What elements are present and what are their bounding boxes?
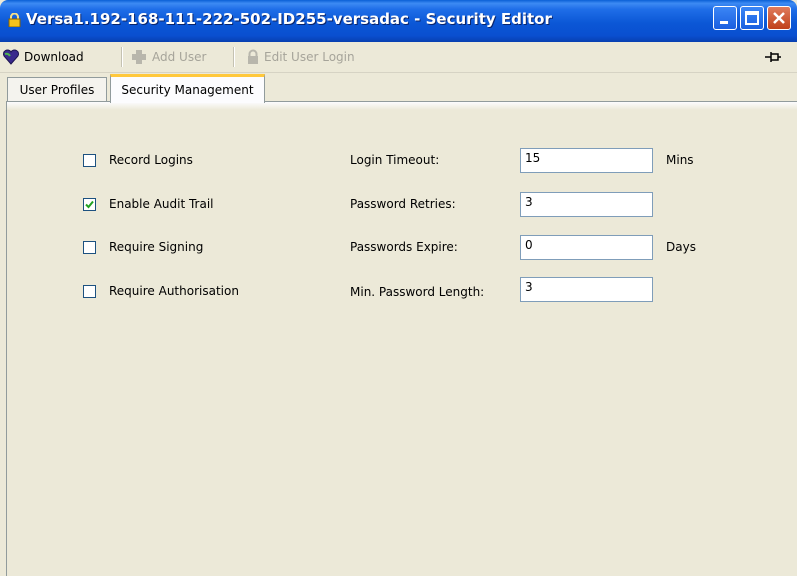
- security-editor-window: Versa1.192-168-111-222-502-ID255-versada…: [0, 0, 797, 576]
- download-label: Download: [24, 50, 84, 64]
- require-signing-checkbox[interactable]: [83, 240, 96, 254]
- record-logins-label: Record Logins: [109, 153, 193, 167]
- security-management-panel: [6, 101, 797, 576]
- add-user-button[interactable]: Add User: [130, 47, 206, 67]
- maximize-button[interactable]: [740, 6, 764, 30]
- close-button[interactable]: [767, 6, 791, 30]
- title-bar[interactable]: Versa1.192-168-111-222-502-ID255-versada…: [0, 0, 797, 42]
- panel-highlight: [7, 102, 797, 110]
- min-password-length-field[interactable]: 3: [520, 277, 653, 302]
- passwords-expire-field[interactable]: 0: [520, 235, 653, 260]
- password-retries-label: Password Retries:: [350, 197, 456, 211]
- tab-user-profiles[interactable]: User Profiles: [7, 77, 107, 102]
- min-password-length-label: Min. Password Length:: [350, 285, 485, 299]
- enable-audit-trail-label: Enable Audit Trail: [109, 197, 214, 211]
- toolbar-separator: [121, 47, 123, 67]
- tab-security-management[interactable]: Security Management: [110, 74, 265, 103]
- require-signing-label: Require Signing: [109, 240, 204, 254]
- toolbar-separator: [233, 47, 235, 67]
- require-authorisation-checkbox[interactable]: [83, 284, 96, 298]
- minimize-button[interactable]: [713, 6, 737, 30]
- enable-audit-trail-option[interactable]: Enable Audit Trail: [83, 196, 214, 212]
- record-logins-option[interactable]: Record Logins: [83, 152, 193, 168]
- plus-icon: [132, 50, 146, 64]
- add-user-label: Add User: [152, 50, 207, 64]
- login-timeout-label: Login Timeout:: [350, 153, 440, 167]
- require-authorisation-option[interactable]: Require Authorisation: [83, 283, 239, 299]
- minimize-icon: [720, 21, 728, 24]
- edit-user-login-label: Edit User Login: [264, 50, 355, 64]
- edit-user-login-button[interactable]: Edit User Login: [246, 47, 355, 67]
- require-signing-option[interactable]: Require Signing: [83, 239, 203, 255]
- password-retries-field[interactable]: 3: [520, 192, 653, 217]
- checkmark-icon: [85, 200, 94, 208]
- tab-strip: User Profiles Security Management: [0, 72, 797, 103]
- record-logins-checkbox[interactable]: [83, 153, 96, 167]
- download-button[interactable]: Download: [2, 47, 84, 67]
- passwords-expire-label: Passwords Expire:: [350, 240, 458, 254]
- enable-audit-trail-checkbox[interactable]: [83, 197, 96, 211]
- pin-icon[interactable]: [764, 51, 782, 63]
- login-timeout-unit: Mins: [666, 153, 694, 167]
- login-timeout-field[interactable]: 15: [520, 148, 653, 173]
- window-title: Versa1.192-168-111-222-502-ID255-versada…: [26, 10, 552, 28]
- lock-icon: [248, 49, 258, 64]
- download-heart-icon: [3, 49, 19, 65]
- toolbar: Download Add User Edit User Login: [0, 42, 797, 73]
- passwords-expire-unit: Days: [666, 240, 696, 254]
- require-authorisation-label: Require Authorisation: [109, 284, 239, 298]
- maximize-icon: [745, 11, 759, 25]
- lock-icon: [8, 13, 21, 27]
- close-icon: [773, 12, 785, 24]
